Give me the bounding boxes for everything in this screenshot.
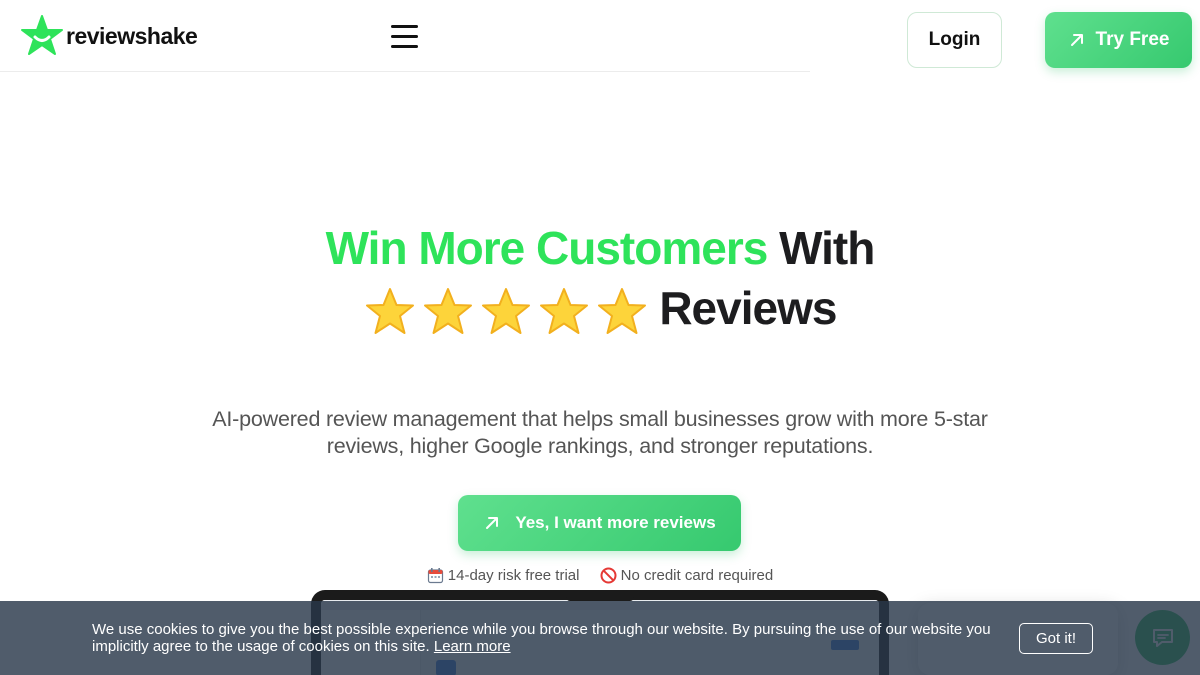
star-icon xyxy=(423,287,472,334)
headline-line-1: Win More Customers With xyxy=(0,218,1200,278)
logo-text: reviewshake xyxy=(66,22,198,49)
headline-dark: With xyxy=(779,222,875,274)
star-icon xyxy=(539,287,588,334)
badge-trial: 14-day risk free trial xyxy=(427,567,580,584)
headline-green: Win More Customers xyxy=(325,222,769,274)
headline-line-2: Reviews xyxy=(0,278,1200,338)
five-stars xyxy=(364,286,648,338)
device-notch xyxy=(566,590,634,601)
calendar-icon xyxy=(427,568,443,584)
logo-link[interactable]: reviewshake xyxy=(20,14,198,58)
badge-trial-text: 14-day risk free trial xyxy=(447,567,580,584)
try-free-button[interactable]: Try Free xyxy=(1045,12,1192,68)
arrow-up-right-icon xyxy=(486,517,499,529)
star-icon xyxy=(365,287,414,334)
badge-no-card: No credit card required xyxy=(600,567,774,584)
site-header: reviewshake Login Try Free xyxy=(0,0,1200,72)
star-icon xyxy=(481,287,530,334)
cookie-text: We use cookies to give you the best poss… xyxy=(92,621,991,655)
no-entry-icon xyxy=(600,567,617,584)
hero-subtext: AI-powered review management that helps … xyxy=(212,407,988,458)
headline-reviews: Reviews xyxy=(659,282,837,334)
learn-more-link[interactable]: Learn more xyxy=(434,638,511,655)
page: reviewshake Login Try Free Win More Cust… xyxy=(0,0,1200,675)
cookie-banner: We use cookies to give you the best poss… xyxy=(0,601,1200,675)
cookie-message: We use cookies to give you the best poss… xyxy=(92,621,1002,655)
hero-headline: Win More Customers With Reviews xyxy=(0,218,1200,338)
badge-no-card-text: No credit card required xyxy=(620,567,774,584)
try-free-label: Try Free xyxy=(1095,29,1170,50)
star-icon xyxy=(597,287,646,334)
cta-more-reviews-button[interactable]: Yes, I want more reviews xyxy=(458,495,741,551)
cookie-accept-label: Got it! xyxy=(1035,630,1076,647)
login-label: Login xyxy=(928,29,981,50)
cta-label: Yes, I want more reviews xyxy=(515,513,716,532)
header-divider xyxy=(0,71,810,72)
star-logo-icon xyxy=(21,15,63,55)
cookie-accept-button[interactable]: Got it! xyxy=(1019,623,1093,654)
arrow-up-right-icon xyxy=(1070,34,1083,46)
login-button[interactable]: Login xyxy=(907,12,1002,68)
trust-badges: 14-day risk free trial No credit card re… xyxy=(0,567,1200,588)
hamburger-menu-icon[interactable] xyxy=(388,22,422,52)
